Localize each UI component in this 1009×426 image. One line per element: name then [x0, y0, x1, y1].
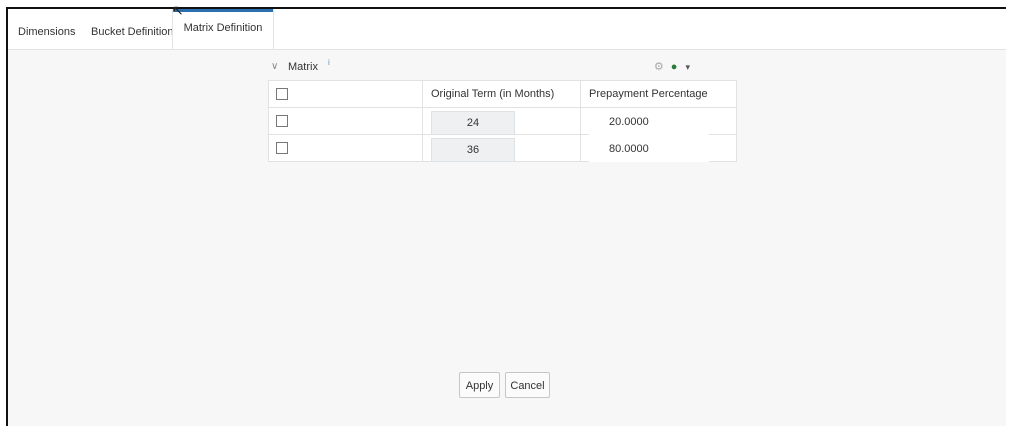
tab-bar: Dimensions Bucket Definition Matrix Defi… [8, 9, 1006, 50]
tab-dimensions[interactable]: Dimensions [18, 9, 75, 49]
percentage-input[interactable]: 80.0000 [589, 138, 709, 162]
panel-toolbar: ⚙ ● ▾ [654, 60, 690, 73]
cancel-button[interactable]: Cancel [505, 372, 550, 398]
column-header-term[interactable]: Original Term (in Months) [422, 80, 581, 108]
gear-icon[interactable]: ⚙ [654, 61, 664, 73]
select-all-header [268, 80, 423, 108]
panel-title: Matrix [288, 61, 318, 73]
dropdown-caret-icon[interactable]: ▾ [685, 62, 690, 72]
term-value: 36 [431, 138, 515, 162]
mouse-cursor-icon: ↖ [172, 2, 184, 18]
term-cell: 36 [422, 134, 581, 162]
row-select-cell [268, 134, 423, 162]
row-checkbox[interactable] [276, 142, 288, 155]
percentage-cell: 20.0000 [580, 107, 737, 135]
table-row: 36 80.0000 [268, 134, 737, 162]
add-row-icon[interactable]: ● [671, 61, 678, 73]
select-all-checkbox[interactable] [276, 88, 288, 101]
percentage-input[interactable]: 20.0000 [589, 111, 709, 135]
row-checkbox[interactable] [276, 115, 288, 128]
row-select-cell [268, 107, 423, 135]
collapse-chevron-icon[interactable]: ∨ [271, 61, 278, 72]
tab-matrix-definition[interactable]: Matrix Definition [172, 9, 274, 49]
matrix-table: Original Term (in Months) Prepayment Per… [268, 80, 737, 162]
table-header-row: Original Term (in Months) Prepayment Per… [268, 80, 737, 108]
info-icon[interactable]: i [328, 58, 330, 67]
matrix-panel-header: ∨ Matrix i ⚙ ● ▾ [268, 58, 736, 80]
column-header-percentage[interactable]: Prepayment Percentage [580, 80, 737, 108]
term-cell: 24 [422, 107, 581, 135]
term-value: 24 [431, 111, 515, 135]
apply-button[interactable]: Apply [459, 372, 500, 398]
tab-bucket-definition[interactable]: Bucket Definition [91, 9, 174, 49]
table-row: 24 20.0000 [268, 107, 737, 135]
percentage-cell: 80.0000 [580, 134, 737, 162]
